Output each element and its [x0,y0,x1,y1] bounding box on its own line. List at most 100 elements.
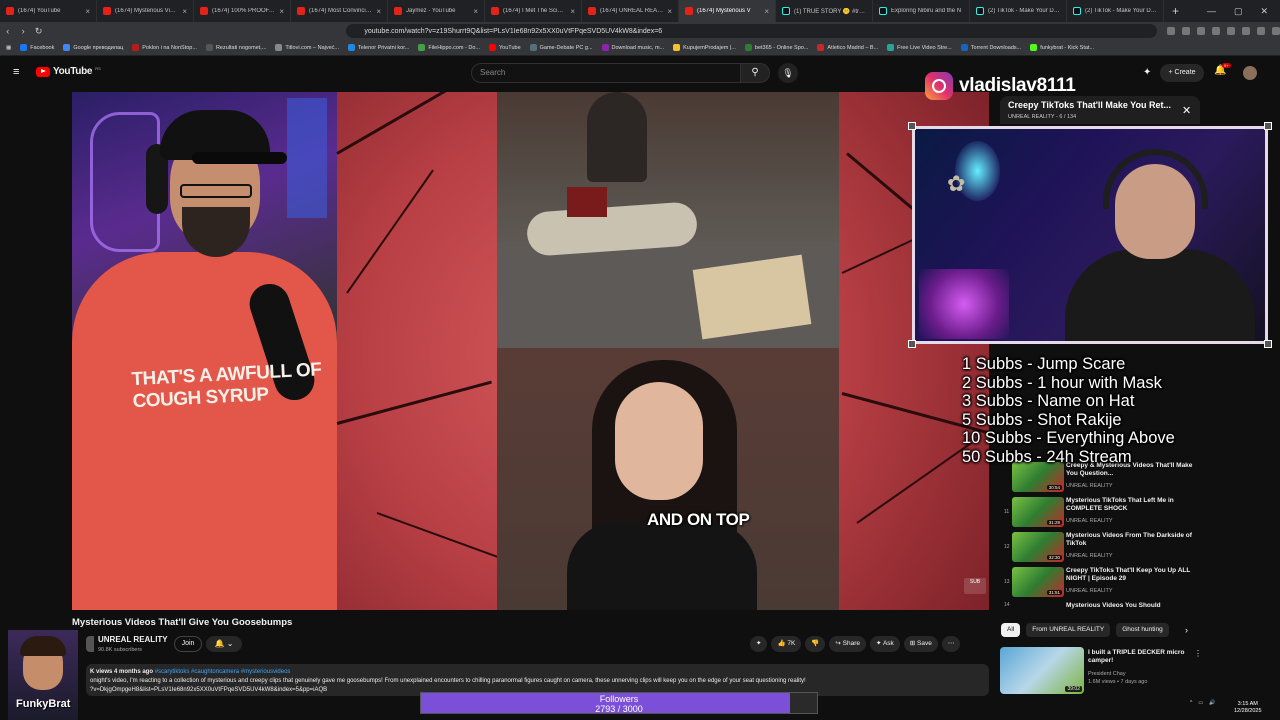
browser-tab[interactable]: Jaymez - YouTube × [388,0,485,22]
close-tab-icon[interactable]: × [279,7,284,16]
channel-name[interactable]: UNREAL REALITY [98,635,168,644]
resize-handle[interactable] [908,122,916,130]
youtube-logo[interactable]: YouTube RS [36,66,101,77]
more-vert-icon[interactable]: ⋮ [1194,649,1202,658]
bookmark-favicon-icon [1030,44,1038,51]
video-actions: ✦ 👍 7K 👎 ↪ Share ✦ Ask ⊞ Save ⋯ [750,636,961,652]
close-tab-icon[interactable]: × [667,7,672,16]
browser-tab[interactable]: (1674) YouTube × [0,0,97,22]
bookmark-item[interactable]: Download music, m... [601,44,664,51]
bookmark-item[interactable]: Game-Debate PC g... [529,44,593,51]
resize-handle[interactable] [908,340,916,348]
browser-tab[interactable]: (1674) UNREAL REALITY - Y× [582,0,679,22]
browser-tab[interactable]: (2) TikTok - Make Your Day [1067,0,1164,22]
search-button[interactable]: ⚲ [740,63,770,83]
close-tab-icon[interactable]: × [376,7,381,16]
browser-tab[interactable]: (2) TikTok - Make Your Day [970,0,1067,22]
chevron-up-icon[interactable]: ^ [1190,700,1192,706]
close-tab-icon[interactable]: × [85,7,90,16]
close-window-icon[interactable]: ✕ [1260,6,1268,17]
browser-tab[interactable]: (1674) Most Convincing Evi× [291,0,388,22]
chevron-right-icon[interactable]: › [1185,625,1188,635]
bookmark-item[interactable]: KupujemProdajem |... [673,44,736,51]
sparkle-icon[interactable]: ✦ [1143,67,1151,78]
playlist-item[interactable]: 11 31:29 Mysterious TikToks That Left Me… [1004,497,1198,531]
browser-tab[interactable]: Exploring Nibiru and the N [873,0,970,22]
bookmark-item[interactable]: Atletico Madrid – B... [817,44,878,51]
bookmark-item[interactable]: funkybrat - Kick Stat... [1030,44,1094,51]
channel-avatar[interactable] [86,636,94,652]
close-tab-icon[interactable]: × [473,7,478,16]
bookmark-item[interactable]: Telenor Privatni kor... [348,44,409,51]
goal-item: 50 Subbs - 24h Stream [962,447,1132,466]
network-icon[interactable]: ▭ [1198,700,1203,706]
resize-handle[interactable] [1264,122,1272,130]
video-player[interactable]: THAT'S A AWFULL OF COUGH SYRUP AND ON TO… [72,92,989,610]
close-icon[interactable]: ✕ [1182,104,1191,117]
bookmark-item[interactable]: Facebook [20,44,54,51]
ask-button[interactable]: ✦ Ask [870,636,900,652]
extension-icon[interactable] [1197,27,1206,35]
maximize-icon[interactable]: ▢ [1234,6,1243,17]
more-actions-button[interactable]: ⋯ [941,636,961,652]
apps-grid-icon[interactable]: ▦ [6,45,11,51]
bookmark-item[interactable]: Titlovi.com – Najveć... [275,44,339,51]
close-tab-icon[interactable]: × [182,7,187,16]
playlist-item[interactable]: 12 32:30 Mysterious Videos From The Dark… [1004,532,1198,566]
browser-tab[interactable]: (1) TRUE STORY 🤫 #trans [776,0,873,22]
reload-icon[interactable]: ↻ [31,26,46,37]
volume-icon[interactable]: 🔊 [1209,700,1215,706]
address-bar[interactable]: youtube.com/watch?v=z19Shurrt9Q&list=PLs… [346,24,1158,38]
browser-tab[interactable]: (1674) 100% PROOF, PARA× [194,0,291,22]
new-tab-icon[interactable]: + [1164,4,1187,18]
bookmark-item[interactable]: Google преводилац [63,44,123,51]
extension-icon[interactable] [1182,27,1191,35]
dislike-button[interactable]: 👎 [805,636,826,652]
forward-icon[interactable]: › [15,26,30,36]
playlist-title[interactable]: Creepy TikToks That'll Make You Ret... [1008,100,1178,110]
bookmark-item[interactable]: Poklon i na NonStop... [132,44,197,51]
share-button[interactable]: ↪ Share [829,636,867,652]
subscribed-bell-button[interactable]: 🔔 ⌄ [206,636,242,652]
subscribe-watermark[interactable]: SUB [964,578,986,594]
playlist-item[interactable]: 13 31:51 Creepy TikToks That'll Keep You… [1004,567,1198,601]
recommended-video[interactable]: 39:02 I built a TRIPLE DECKER micro camp… [1000,647,1202,695]
save-button[interactable]: ⊞ Save [903,636,938,652]
extension-icon[interactable] [1227,27,1236,35]
bookmark-item[interactable]: YouTube [489,44,521,51]
join-button[interactable]: Join [174,636,202,652]
close-tab-icon[interactable]: × [764,7,769,16]
chip-ghost-hunting[interactable]: Ghost hunting [1116,623,1169,637]
menu-icon[interactable]: ≡ [13,67,23,78]
playlist-item[interactable]: 30:54 Creepy & Mysterious Videos That'll… [1004,462,1198,496]
bookmark-item[interactable]: FileHippo.com - Do... [418,44,480,51]
sparkle-button[interactable]: ✦ [750,636,768,652]
create-button[interactable]: + Create [1160,64,1204,82]
back-icon[interactable]: ‹ [0,26,15,36]
account-avatar[interactable] [1243,66,1257,80]
extension-icon[interactable] [1272,27,1280,35]
resize-handle[interactable] [1264,340,1272,348]
extension-icon[interactable] [1167,27,1176,35]
like-button[interactable]: 👍 7K [771,636,802,652]
chip-from-channel[interactable]: From UNREAL REALITY [1026,623,1111,637]
video-thumbnail: 30:54 [1012,462,1064,492]
bookmark-favicon-icon [673,44,681,51]
extension-icon[interactable] [1212,27,1221,35]
browser-tab[interactable]: (1674) I Met The Scientist T× [485,0,582,22]
close-tab-icon[interactable]: × [570,7,575,16]
chip-all[interactable]: All [1001,623,1021,637]
extension-icon[interactable] [1257,27,1266,35]
browser-tab[interactable]: (1674) Mysterious Videos Fr× [97,0,194,22]
minimize-icon[interactable]: — [1207,6,1216,17]
playlist-item[interactable]: 14 Mysterious Videos You Should [1004,601,1198,611]
extension-icon[interactable] [1242,27,1251,35]
bookmark-item[interactable]: Torrent Downloads... [960,44,1021,51]
search-input[interactable]: Search [471,63,741,83]
browser-tab-active[interactable]: (1674) Mysterious V × [679,0,776,22]
bookmark-item[interactable]: bet365 - Online Spo... [744,44,808,51]
bookmark-item[interactable]: Free Live Video Stre... [887,44,952,51]
bookmark-item[interactable]: Rezultati nogomet,... [205,44,266,51]
voice-search-button[interactable]: 🎙 [778,63,798,83]
system-clock[interactable]: 3:15 AM 12/28/2025 [1234,701,1262,715]
